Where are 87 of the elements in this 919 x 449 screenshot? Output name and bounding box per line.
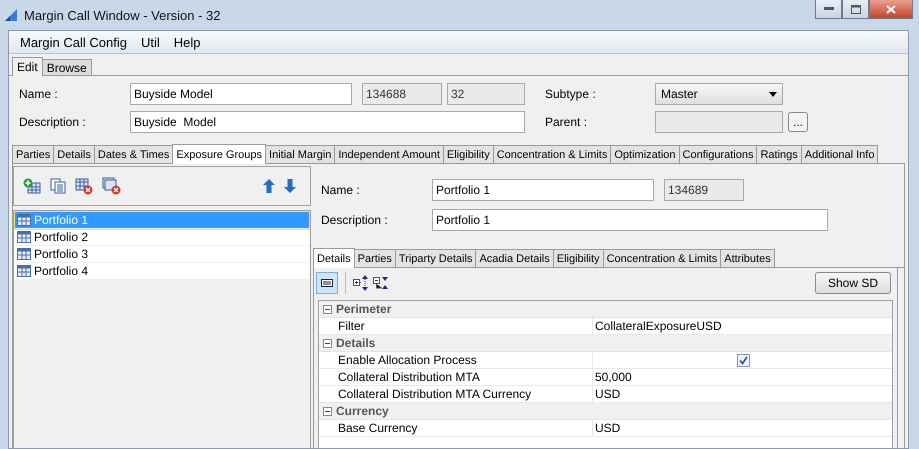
table-icon [17, 265, 31, 277]
tab[interactable]: Acadia Details [475, 249, 554, 267]
property-value[interactable]: CollateralExposureUSD [593, 319, 722, 333]
table-icon [17, 214, 31, 226]
group-heading: Details [336, 336, 376, 350]
portfolio-label: Portfolio 2 [34, 230, 88, 244]
tab[interactable]: Independent Amount [334, 145, 444, 163]
tab[interactable]: Eligibility [552, 249, 604, 267]
name-field[interactable]: Portfolio 1 [432, 179, 654, 201]
property-name: Base Currency [319, 420, 593, 436]
tab[interactable]: Optimization [610, 145, 680, 163]
show-sd-button[interactable]: Show SD [814, 272, 891, 294]
table-icon [17, 231, 31, 243]
description-field[interactable]: Portfolio 1 [432, 209, 828, 231]
move-up-icon[interactable] [263, 179, 275, 193]
menu-item[interactable]: Util [134, 34, 167, 50]
tab[interactable]: Concentration & Limits [602, 249, 722, 267]
maximize-icon [850, 4, 860, 14]
property-value[interactable]: USD [593, 421, 620, 435]
minimize-button[interactable] [815, 0, 842, 19]
parent-field[interactable] [655, 111, 783, 133]
collapse-icon[interactable] [323, 406, 332, 416]
tab[interactable]: Concentration & Limits [492, 145, 612, 163]
property-value[interactable]: 50,000 [593, 370, 632, 384]
tab[interactable]: Dates & Times [94, 145, 174, 163]
tab[interactable]: Initial Margin [265, 145, 336, 163]
delete-table-icon[interactable] [75, 178, 93, 194]
field-label: Name : [19, 87, 59, 101]
portfolio-item[interactable]: Portfolio 3 [15, 246, 309, 263]
tab[interactable]: Edit [12, 57, 43, 76]
id-field: 134688 [362, 83, 442, 105]
property-name: Enable Allocation Process [319, 352, 593, 368]
menu-item[interactable]: Help [166, 34, 208, 50]
move-down-icon[interactable] [284, 179, 296, 193]
portfolio-item[interactable]: Portfolio 4 [15, 263, 309, 280]
portfolio-label: Portfolio 3 [34, 247, 88, 261]
collapse-icon[interactable] [323, 338, 332, 348]
portfolio-label: Portfolio 4 [34, 264, 88, 278]
tab[interactable]: Details [313, 248, 355, 268]
tab[interactable]: Parties [12, 145, 54, 163]
tab[interactable]: Additional Info [800, 145, 878, 163]
app-logo-icon [4, 8, 18, 22]
categorized-view-button[interactable] [316, 272, 338, 294]
add-table-icon[interactable] [23, 178, 41, 194]
minimize-icon [824, 7, 834, 11]
list-icon [321, 279, 333, 287]
collapse-icon[interactable] [323, 304, 332, 314]
copy-icon[interactable] [50, 178, 66, 194]
name-field[interactable]: Buyside Model [130, 83, 352, 105]
property-name: Collateral Distribution MTA [319, 369, 593, 385]
property-name: Collateral Distribution MTA Currency [319, 386, 593, 402]
tab[interactable]: Ratings [756, 145, 802, 163]
portfolio-label: Portfolio 1 [34, 213, 88, 227]
checkbox[interactable] [737, 354, 750, 366]
tab[interactable]: Eligibility [442, 145, 494, 163]
close-button[interactable] [869, 0, 913, 19]
property-name: Filter [319, 318, 593, 334]
window-title: Margin Call Window - Version - 32 [24, 8, 221, 22]
tab[interactable]: Exposure Groups [172, 144, 266, 164]
field-label: Name : [321, 183, 361, 197]
close-icon [886, 4, 896, 14]
description-field[interactable]: Buyside Model [130, 111, 525, 133]
delete-all-icon[interactable] [102, 177, 121, 195]
tab[interactable]: Attributes [720, 249, 775, 267]
subtype-dropdown[interactable]: Master [655, 83, 783, 105]
tab[interactable]: Triparty Details [394, 249, 476, 267]
collapse-all-icon[interactable] [373, 275, 389, 291]
field-label: Subtype : [545, 87, 597, 101]
expand-all-icon[interactable] [353, 275, 369, 291]
field-label: Description : [321, 213, 389, 227]
group-heading: Currency [336, 404, 389, 418]
group-heading: Perimeter [336, 302, 392, 316]
browse-button[interactable]: ... [788, 112, 808, 132]
menu-item[interactable]: Margin Call Config [13, 34, 134, 50]
tab[interactable]: Parties [354, 249, 396, 267]
maximize-button[interactable] [842, 0, 869, 19]
tab[interactable]: Details [53, 145, 95, 163]
tab[interactable]: Browse [42, 59, 92, 75]
portfolio-item[interactable]: Portfolio 2 [15, 229, 309, 246]
id-field: 134689 [664, 179, 744, 201]
caret-icon [769, 92, 777, 96]
version-field: 32 [447, 83, 525, 105]
table-icon [17, 248, 31, 260]
field-label: Parent : [545, 115, 588, 129]
tab[interactable]: Configurations [678, 145, 758, 163]
property-value[interactable]: USD [593, 387, 620, 401]
field-label: Description : [19, 115, 87, 129]
